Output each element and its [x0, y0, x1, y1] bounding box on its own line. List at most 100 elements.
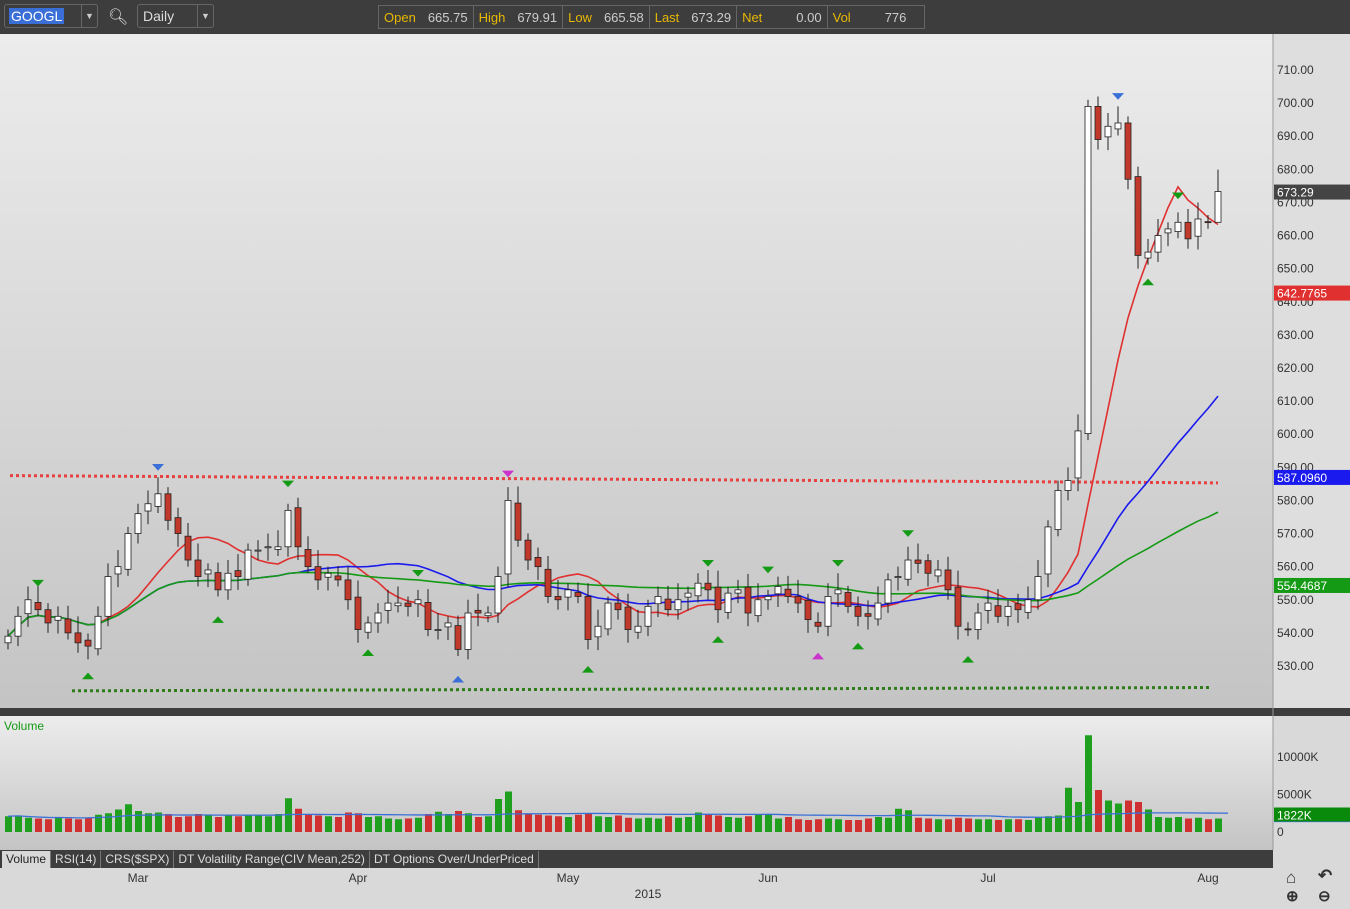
toolbar: GOOGL ▼ 🔍︎ Daily ▼ Open 665.75 High 679.91 L…	[0, 0, 1350, 34]
candle-body	[834, 589, 842, 595]
price-tick-label: 550.00	[1277, 593, 1314, 607]
volume-bar	[165, 814, 172, 832]
candle-body	[624, 606, 632, 630]
candle-body	[684, 592, 692, 598]
price-tick-label: 560.00	[1277, 560, 1314, 574]
indicator-tabs: Volume RSI(14) CRS($SPX) DT Volatility R…	[0, 850, 1273, 868]
symbol-combo[interactable]: GOOGL ▼	[4, 4, 98, 28]
candle-body	[334, 575, 342, 581]
volume-bar	[15, 815, 22, 832]
candle-body	[164, 493, 172, 521]
zoom-in-icon[interactable]: ⊕	[1286, 887, 1299, 905]
undo-icon[interactable]: ↶	[1318, 866, 1332, 886]
price-tick-label: 680.00	[1277, 162, 1314, 176]
volume-bar	[245, 815, 252, 832]
volume-bar	[1035, 817, 1042, 832]
price-tick-label: 630.00	[1277, 328, 1314, 342]
tab-crs[interactable]: CRS($SPX)	[101, 851, 175, 868]
volume-tick-label: 10000K	[1277, 750, 1318, 764]
volume-bar	[325, 816, 332, 832]
candle-body	[44, 609, 52, 624]
volume-bar	[595, 816, 602, 832]
quote-label: Vol	[832, 9, 851, 25]
chevron-down-icon[interactable]: ▼	[81, 5, 97, 27]
quote-open: Open 665.75	[379, 6, 474, 28]
candle-body	[994, 605, 1002, 617]
volume-bar	[1175, 817, 1182, 832]
volume-bar	[365, 817, 372, 832]
candle-body	[444, 622, 452, 628]
candle-body	[254, 549, 262, 552]
candle-body	[1144, 251, 1152, 259]
month-label: May	[557, 871, 580, 885]
candle-body	[934, 569, 942, 577]
candle-body	[104, 576, 112, 617]
candle-body	[574, 592, 582, 597]
volume-bar	[585, 814, 592, 832]
candle-body	[864, 613, 872, 617]
volume-bar	[145, 813, 152, 832]
candle-body	[784, 588, 792, 597]
volume-bar	[475, 817, 482, 832]
volume-bar	[745, 816, 752, 832]
candle-body	[214, 572, 222, 591]
candle-body	[1064, 480, 1072, 491]
candle-body	[134, 513, 142, 534]
candle-body	[484, 612, 492, 617]
volume-bar	[785, 817, 792, 832]
volume-bar	[1015, 819, 1022, 832]
zoom-out-icon[interactable]: ⊖	[1318, 887, 1331, 905]
tab-dt-volatility-range[interactable]: DT Volatility Range(CIV Mean,252)	[174, 851, 370, 868]
volume-bar	[1105, 800, 1112, 832]
month-label: Apr	[349, 871, 368, 885]
volume-bar	[685, 817, 692, 832]
volume-bar	[485, 816, 492, 832]
candle-body	[284, 509, 292, 548]
search-icon[interactable]: 🔍︎	[108, 7, 128, 27]
volume-bar	[535, 814, 542, 832]
period-select[interactable]: Daily ▼	[137, 4, 214, 28]
candle-body	[894, 576, 902, 578]
chevron-down-icon[interactable]: ▼	[197, 5, 213, 27]
volume-bar	[225, 814, 232, 832]
candle-body	[54, 615, 62, 621]
price-chart[interactable]: Volume 530.00 540.00 550.00 560.00 570.00 580…	[0, 34, 1350, 909]
volume-bar	[1045, 816, 1052, 832]
volume-bar	[925, 818, 932, 832]
volume-bar	[955, 817, 962, 832]
tab-dt-options[interactable]: DT Options Over/UnderPriced	[370, 851, 539, 868]
volume-bar	[355, 813, 362, 832]
tab-rsi[interactable]: RSI(14)	[51, 851, 102, 868]
candle-body	[904, 559, 912, 580]
panel-divider[interactable]	[0, 708, 1350, 716]
candle-body	[34, 602, 42, 611]
home-icon[interactable]: ⌂	[1286, 868, 1296, 888]
candle-body	[1174, 221, 1182, 232]
volume-bar	[505, 791, 512, 832]
candle-body	[374, 612, 382, 624]
symbol-input[interactable]: GOOGL	[9, 8, 65, 24]
candle-body	[404, 602, 412, 607]
volume-bar	[395, 819, 402, 832]
volume-bar	[1025, 820, 1032, 832]
tab-volume[interactable]: Volume	[2, 851, 52, 868]
price-tick-label: 690.00	[1277, 129, 1314, 143]
candle-body	[4, 635, 12, 644]
candle-body	[954, 586, 962, 627]
volume-bar	[825, 818, 832, 832]
candle-body	[1094, 106, 1102, 140]
candle-body	[114, 566, 122, 575]
price-label: 587.0960	[1277, 471, 1327, 485]
price-tick-label: 650.00	[1277, 262, 1314, 276]
volume-bar	[715, 815, 722, 832]
candle-body	[414, 599, 422, 605]
month-label: Aug	[1197, 871, 1218, 885]
month-label: Jun	[758, 871, 777, 885]
volume-bar	[805, 820, 812, 832]
candle-body	[714, 586, 722, 611]
candle-body	[524, 539, 532, 561]
candle-body	[24, 599, 32, 615]
candle-body	[824, 596, 832, 627]
price-panel	[0, 34, 1273, 708]
volume-bar	[845, 820, 852, 832]
